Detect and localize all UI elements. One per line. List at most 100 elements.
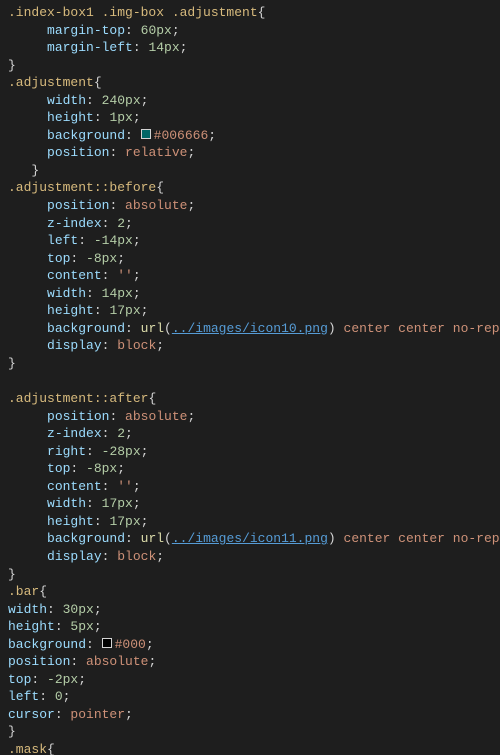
declaration-line: width: 30px; [8, 601, 500, 619]
semicolon: ; [94, 619, 102, 634]
semicolon: ; [156, 338, 164, 353]
css-selector: .adjustment [8, 75, 94, 90]
selector-line: .adjustment{ [8, 74, 500, 92]
colon: : [133, 40, 149, 55]
declaration-line: z-index: 2; [8, 215, 500, 233]
code-editor[interactable]: .index-box1 .img-box .adjustment{ margin… [0, 0, 500, 755]
declaration-line: margin-top: 60px; [8, 22, 500, 40]
css-property: background [8, 637, 86, 652]
semicolon: ; [94, 602, 102, 617]
declaration-line: width: 17px; [8, 495, 500, 513]
colon: : [31, 672, 47, 687]
css-property: position [47, 145, 109, 160]
css-property: position [47, 409, 109, 424]
css-string: '' [117, 268, 133, 283]
semicolon: ; [141, 303, 149, 318]
selector-line: .index-box1 .img-box .adjustment{ [8, 4, 500, 22]
punctuation: ) [328, 321, 336, 336]
css-keyword: no-repeat [453, 531, 500, 546]
declaration-line: width: 240px; [8, 92, 500, 110]
colon: : [78, 233, 94, 248]
declaration-line: background: url(../images/icon10.png) ce… [8, 320, 500, 338]
colon: : [70, 461, 86, 476]
css-property: position [47, 198, 109, 213]
brace-close: } [31, 163, 39, 178]
declaration-line: z-index: 2; [8, 425, 500, 443]
css-value: 60px [141, 23, 172, 38]
css-keyword: relative [125, 145, 187, 160]
css-property: height [47, 514, 94, 529]
brace-close-line: } [8, 162, 500, 180]
css-keyword: absolute [125, 198, 187, 213]
css-value: 2 [117, 426, 125, 441]
colon: : [47, 602, 63, 617]
brace-open: { [94, 75, 102, 90]
semicolon: ; [125, 216, 133, 231]
colon: : [125, 23, 141, 38]
css-value: 17px [109, 303, 140, 318]
declaration-line: left: 0; [8, 688, 500, 706]
declaration-line: top: -8px; [8, 250, 500, 268]
css-property: top [47, 461, 70, 476]
brace-close-line: } [8, 566, 500, 584]
color-swatch [102, 638, 112, 648]
colon: : [109, 145, 125, 160]
semicolon: ; [133, 496, 141, 511]
css-function: url [141, 531, 164, 546]
css-function: url [141, 321, 164, 336]
brace-close-line: } [8, 355, 500, 373]
css-property: z-index [47, 426, 102, 441]
css-value: -2px [47, 672, 78, 687]
semicolon: ; [187, 198, 195, 213]
selector-line: .adjustment::before{ [8, 179, 500, 197]
css-value: 14px [102, 286, 133, 301]
css-value: 0 [55, 689, 63, 704]
semicolon: ; [133, 286, 141, 301]
semicolon: ; [187, 145, 195, 160]
css-property: background [47, 531, 125, 546]
css-value: 1px [109, 110, 132, 125]
declaration-line: position: absolute; [8, 653, 500, 671]
declaration-line: position: relative; [8, 144, 500, 162]
colon: : [94, 110, 110, 125]
css-value: -8px [86, 251, 117, 266]
brace-open: { [47, 742, 55, 755]
css-property: right [47, 444, 86, 459]
semicolon: ; [133, 479, 141, 494]
colon: : [102, 549, 118, 564]
css-keyword: center [344, 531, 391, 546]
colon: : [70, 251, 86, 266]
css-property: cursor [8, 707, 55, 722]
declaration-line: height: 1px; [8, 109, 500, 127]
punctuation: ) [328, 531, 336, 546]
css-property: margin-top [47, 23, 125, 38]
colon: : [94, 303, 110, 318]
declaration-line: position: absolute; [8, 408, 500, 426]
css-keyword: pointer [70, 707, 125, 722]
selector-line: .mask{ [8, 741, 500, 755]
css-property: width [47, 496, 86, 511]
semicolon: ; [141, 93, 149, 108]
colon: : [55, 707, 71, 722]
declaration-line: position: absolute; [8, 197, 500, 215]
css-url: ../images/icon11.png [172, 531, 328, 546]
colon: : [109, 409, 125, 424]
colon: : [39, 689, 55, 704]
declaration-line: top: -2px; [8, 671, 500, 689]
semicolon: ; [133, 233, 141, 248]
colon: : [86, 637, 102, 652]
declaration-line: height: 5px; [8, 618, 500, 636]
colon: : [55, 619, 71, 634]
brace-close-line: } [8, 723, 500, 741]
semicolon: ; [156, 549, 164, 564]
semicolon: ; [117, 251, 125, 266]
css-property: width [8, 602, 47, 617]
semicolon: ; [117, 461, 125, 476]
colon: : [102, 268, 118, 283]
semicolon: ; [141, 444, 149, 459]
declaration-line: background: #006666; [8, 127, 500, 145]
css-property: width [47, 286, 86, 301]
css-property: display [47, 338, 102, 353]
colon: : [102, 479, 118, 494]
punctuation: ( [164, 531, 172, 546]
